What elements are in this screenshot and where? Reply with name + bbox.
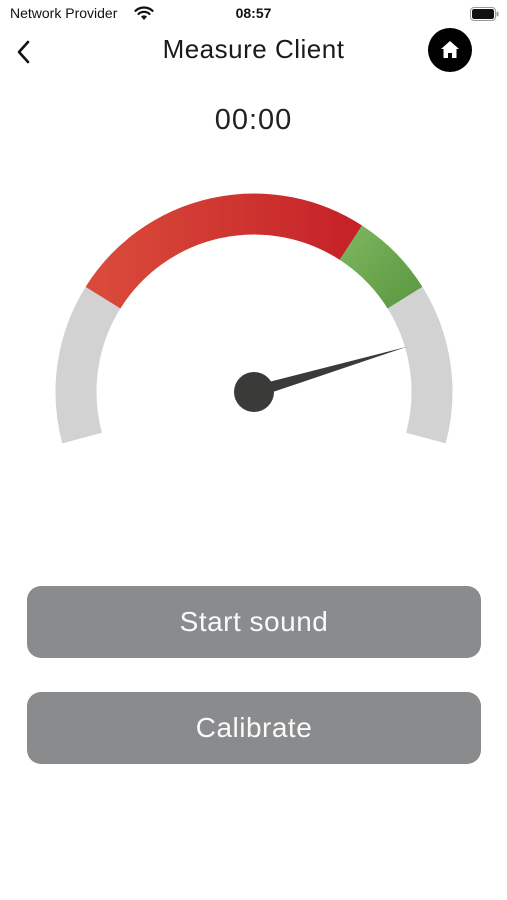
timer-display: 00:00	[214, 104, 293, 136]
gauge-needle	[252, 346, 408, 398]
sound-level-gauge	[0, 193, 507, 470]
start-sound-button[interactable]: Start sound	[27, 586, 481, 658]
gauge-arc-neutral-right	[387, 286, 453, 444]
navigation-bar: Measure Client	[0, 28, 507, 76]
gauge-needle-hub	[234, 372, 274, 412]
home-button[interactable]	[428, 28, 472, 72]
home-icon	[441, 41, 459, 58]
status-bar: Network Provider 08:57	[0, 0, 507, 28]
calibrate-button[interactable]: Calibrate	[27, 692, 481, 764]
gauge-arc-green-zone	[339, 225, 423, 310]
gauge-arc-neutral-left	[55, 286, 121, 444]
battery-icon	[470, 7, 499, 21]
status-time: 08:57	[235, 5, 272, 21]
gauge-arc-red-zone	[85, 193, 363, 309]
